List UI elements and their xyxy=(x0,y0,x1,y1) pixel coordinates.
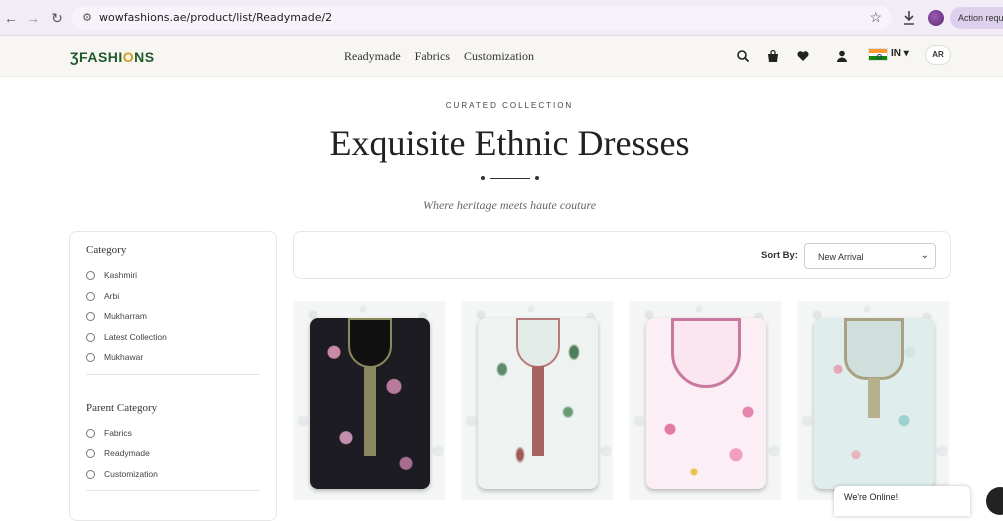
hero-tagline: Where heritage meets haute couture xyxy=(422,198,597,212)
download-icon[interactable] xyxy=(902,9,916,27)
product-image[interactable] xyxy=(646,318,766,489)
address-bar[interactable]: ⚙ wowfashions.ae/product/list/Readymade/… xyxy=(72,6,892,30)
site-header: ƷFASHIONS Readymade Fabrics Customizatio… xyxy=(0,36,1003,77)
filter-option-arbi[interactable]: Arbi xyxy=(86,289,119,303)
main-nav: Readymade Fabrics Customization xyxy=(344,49,534,64)
product-image[interactable] xyxy=(478,318,598,489)
filter-option-mukhawar[interactable]: Mukhawar xyxy=(86,350,143,364)
nav-readymade[interactable]: Readymade xyxy=(344,49,401,64)
chat-status-text: We're Online! xyxy=(844,492,899,502)
filter-option-fabrics[interactable]: Fabrics xyxy=(86,426,132,440)
chat-widget[interactable]: We're Online! xyxy=(834,486,970,516)
product-card[interactable] xyxy=(629,301,781,500)
site-settings-icon[interactable]: ⚙ xyxy=(80,11,94,25)
browser-toolbar: ← → ↻ ⚙ wowfashions.ae/product/list/Read… xyxy=(0,0,1003,36)
india-flag-icon[interactable] xyxy=(868,48,888,61)
radio-button[interactable] xyxy=(86,311,95,321)
bookmark-star-icon[interactable]: ☆ xyxy=(869,9,882,26)
url-text[interactable]: wowfashions.ae/product/list/Readymade/2 xyxy=(99,11,332,24)
radio-button[interactable] xyxy=(86,428,95,438)
filter-option-kashmiri[interactable]: Kashmiri xyxy=(86,268,137,282)
radio-button[interactable] xyxy=(86,352,95,362)
parent-category-heading: Parent Category xyxy=(86,402,158,414)
reload-icon[interactable]: ↻ xyxy=(46,7,68,29)
filter-option-readymade[interactable]: Readymade xyxy=(86,446,150,460)
chevron-down-icon: ⌄ xyxy=(920,250,929,261)
heart-icon[interactable] xyxy=(796,49,810,63)
product-image[interactable] xyxy=(814,318,934,489)
category-heading: Category xyxy=(86,244,127,256)
search-icon[interactable] xyxy=(736,49,750,63)
filter-sidebar: Category Kashmiri Arbi Mukharram Latest … xyxy=(69,231,277,521)
divider xyxy=(86,374,260,375)
title-divider xyxy=(481,176,539,182)
radio-button[interactable] xyxy=(86,332,95,342)
forward-icon[interactable]: → xyxy=(22,7,44,29)
country-selector[interactable]: IN ▾ xyxy=(891,48,909,59)
radio-button[interactable] xyxy=(86,469,95,479)
radio-button[interactable] xyxy=(86,448,95,458)
product-card[interactable] xyxy=(461,301,613,500)
back-icon[interactable]: ← xyxy=(0,7,22,29)
product-image[interactable] xyxy=(310,318,430,489)
nav-customization[interactable]: Customization xyxy=(464,49,534,64)
sort-selected-value: New Arrival xyxy=(818,252,864,262)
site-logo[interactable]: ƷFASHIONS xyxy=(70,49,155,65)
hero-eyebrow: CURATED COLLECTION xyxy=(445,101,574,110)
product-card[interactable] xyxy=(797,301,949,500)
filter-option-mukharram[interactable]: Mukharram xyxy=(86,309,147,323)
filter-option-customization[interactable]: Customization xyxy=(86,467,158,481)
product-card[interactable] xyxy=(293,301,445,500)
nav-fabrics[interactable]: Fabrics xyxy=(415,49,450,64)
chat-bubble-icon[interactable] xyxy=(986,487,1003,515)
profile-avatar[interactable] xyxy=(928,10,944,26)
user-icon[interactable] xyxy=(835,49,849,63)
sort-select[interactable]: New Arrival ⌄ xyxy=(804,243,936,269)
page-title: Exquisite Ethnic Dresses xyxy=(329,123,690,163)
sort-label: Sort By: xyxy=(761,250,798,261)
sort-bar: Sort By: New Arrival ⌄ xyxy=(293,231,951,279)
shopping-bag-icon[interactable] xyxy=(766,49,780,63)
radio-button[interactable] xyxy=(86,291,95,301)
radio-button[interactable] xyxy=(86,270,95,280)
language-ar-button[interactable]: AR xyxy=(925,45,951,65)
action-required-button[interactable]: Action requi xyxy=(950,7,1003,29)
divider xyxy=(86,490,260,491)
filter-option-latest-collection[interactable]: Latest Collection xyxy=(86,330,167,344)
